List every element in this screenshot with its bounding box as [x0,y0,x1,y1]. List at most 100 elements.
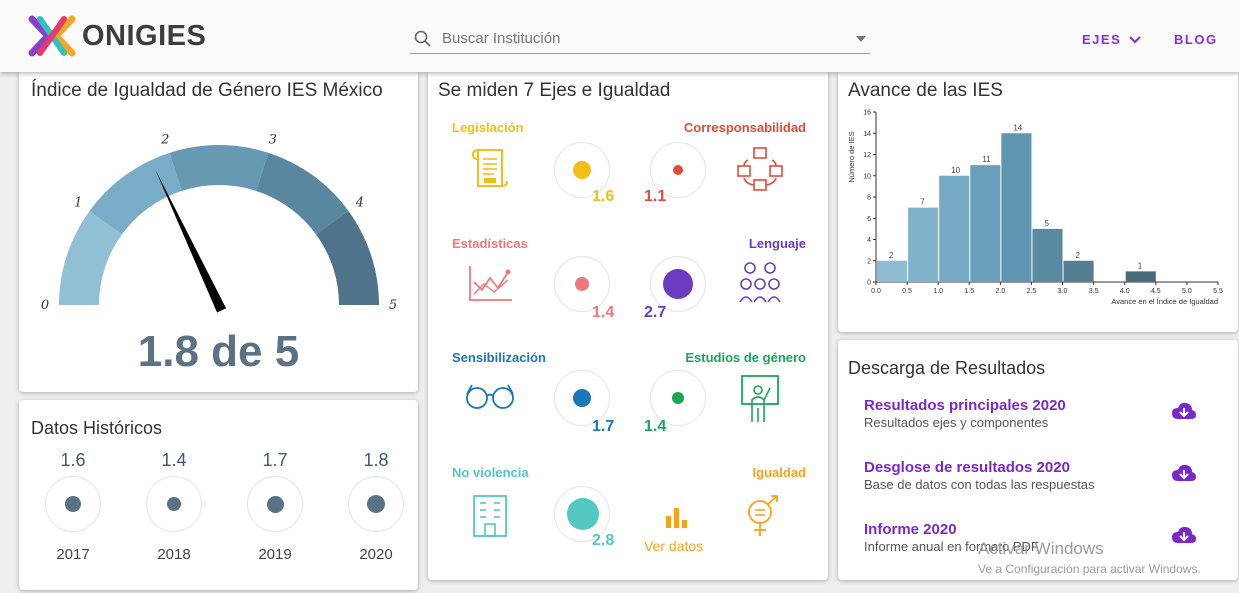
gauge-value-text: 1.8 de 5 [137,327,300,376]
history-item: 1.7 2019 [245,450,305,580]
nav-ejes[interactable]: EJES [1082,32,1142,47]
scroll-icon [472,149,508,187]
x-tick-label: 0.0 [871,288,881,295]
cloud-download-icon[interactable] [1172,402,1196,420]
axis-dot-no-violencia [567,498,599,530]
cloud-download-icon[interactable] [1172,526,1196,544]
axis-dot-estudios-de-genero [672,392,684,404]
histogram-bar [1125,271,1156,282]
y-tick-label: 10 [863,173,871,180]
gauge-tick-label: 2 [160,133,169,148]
axis-label-estudios-de-genero[interactable]: Estudios de género [685,350,806,365]
y-tick-label: 16 [863,110,871,117]
history-value: 1.4 [161,450,187,470]
gauge-tick-label: 5 [389,298,397,313]
axis-value-no-violencia: 2.8 [592,532,615,549]
axis-label-sensibilizacion[interactable]: Sensibilización [452,350,546,365]
windows-activation-subtitle: Ve a Configuración para activar Windows. [978,562,1201,576]
axis-label-legislacion[interactable]: Legislación [452,120,524,135]
gauge-tick-label: 1 [74,196,82,211]
history-value: 1.6 [60,450,86,470]
histogram-bar-label: 2 [1076,251,1081,260]
building-icon [473,495,507,537]
history-year: 2018 [157,546,191,563]
axis-label-estadisticas[interactable]: Estadísticas [452,236,528,251]
download-subtitle: Base de datos con todas las respuestas [864,477,1095,492]
history-card: Datos Históricos 1.6 2017 1.4 2018 1.7 2019 1.… [19,400,418,590]
nav-ejes-label: EJES [1082,32,1122,47]
x-tick-label: 0.5 [902,288,912,295]
line-chart-icon [469,266,512,301]
search-input[interactable]: Buscar Institución [410,26,870,54]
axis-value-estadisticas: 1.4 [592,304,615,321]
nav-blog[interactable]: BLOG [1174,32,1218,47]
x-tick-label: 1.0 [933,288,943,295]
x-tick-label: 4.5 [1151,288,1161,295]
gauge-segment [169,145,269,191]
gauge-needle [155,169,227,313]
history-item: 1.4 2018 [144,450,204,580]
download-title[interactable]: Resultados principales 2020 [864,397,1066,414]
cloud-download-icon[interactable] [1172,464,1196,482]
logo[interactable]: ONIGIES [28,12,206,60]
bar-chart-icon[interactable] [665,506,689,528]
axis-dot-sensibilizacion [573,389,591,407]
history-year: 2020 [359,546,393,563]
history-dot [65,496,81,512]
history-value: 1.8 [363,450,389,470]
download-title[interactable]: Informe 2020 [864,521,957,538]
history-item: 1.6 2017 [43,450,103,580]
gauge-card-title: Índice de Igualdad de Género IES México [31,80,383,101]
x-tick-label: 2.5 [1027,288,1037,295]
y-tick-label: 6 [867,216,871,223]
x-tick-label: 5.5 [1213,288,1223,295]
histogram-bar [908,207,939,282]
axis-dot-corresponsabilidad [673,165,683,175]
axis-label-no-violencia[interactable]: No violencia [452,465,529,480]
search-placeholder: Buscar Institución [442,30,561,47]
axes-card: Se miden 7 Ejes e Igualdad Legislación C… [428,70,828,580]
axis-value-lenguaje: 2.7 [644,304,667,321]
chevron-down-icon [1129,36,1142,44]
histogram-bar [939,175,970,282]
ver-datos-link[interactable]: Ver datos [644,538,703,554]
histogram-bar [1001,133,1032,282]
y-tick-label: 2 [867,258,871,265]
top-app-bar: ONIGIES Buscar Institución EJES BLOG [0,0,1239,72]
history-item: 1.8 2020 [346,450,406,580]
histogram-bar-label: 14 [1013,123,1022,132]
histogram-bar-label: 7 [920,198,925,207]
gauge: 0 1 2 3 4 5 [41,133,397,313]
teacher-board-icon [741,375,779,422]
gauge-tick-label: 3 [269,133,277,148]
axis-value-sensibilizacion: 1.7 [592,418,615,435]
dropdown-arrow-icon[interactable] [856,36,866,42]
y-axis-label: Número de IES [847,131,856,182]
histogram-bar [877,260,908,282]
download-title[interactable]: Desglose de resultados 2020 [864,459,1070,476]
histogram-bar-label: 10 [951,166,960,175]
histogram-bar-label: 1 [1138,261,1143,270]
x-tick-label: 3.5 [1089,288,1099,295]
y-tick-label: 4 [867,237,871,244]
history-dot [266,495,284,513]
x-tick-label: 3.0 [1058,288,1068,295]
x-tick-label: 2.0 [995,288,1005,295]
histogram-bar [1032,228,1063,282]
gauge-card: Índice de Igualdad de Género IES México … [19,70,418,392]
axis-value-estudios-de-genero: 1.4 [644,418,667,435]
y-tick-label: 0 [867,280,871,287]
glasses-icon [466,384,514,409]
search-icon [414,30,431,47]
axis-label-corresponsabilidad[interactable]: Corresponsabilidad [684,120,806,135]
axis-value-corresponsabilidad: 1.1 [644,188,667,205]
histogram-bar-label: 2 [889,251,894,260]
axis-dot-legislacion [573,161,591,179]
axis-label-igualdad[interactable]: Igualdad [753,465,806,480]
history-dot [167,497,181,511]
history-dot [367,495,385,513]
axis-label-lenguaje[interactable]: Lenguaje [749,236,806,251]
axis-dot-estadisticas [575,277,589,291]
y-tick-label: 14 [863,131,871,138]
x-tick-label: 1.5 [964,288,974,295]
